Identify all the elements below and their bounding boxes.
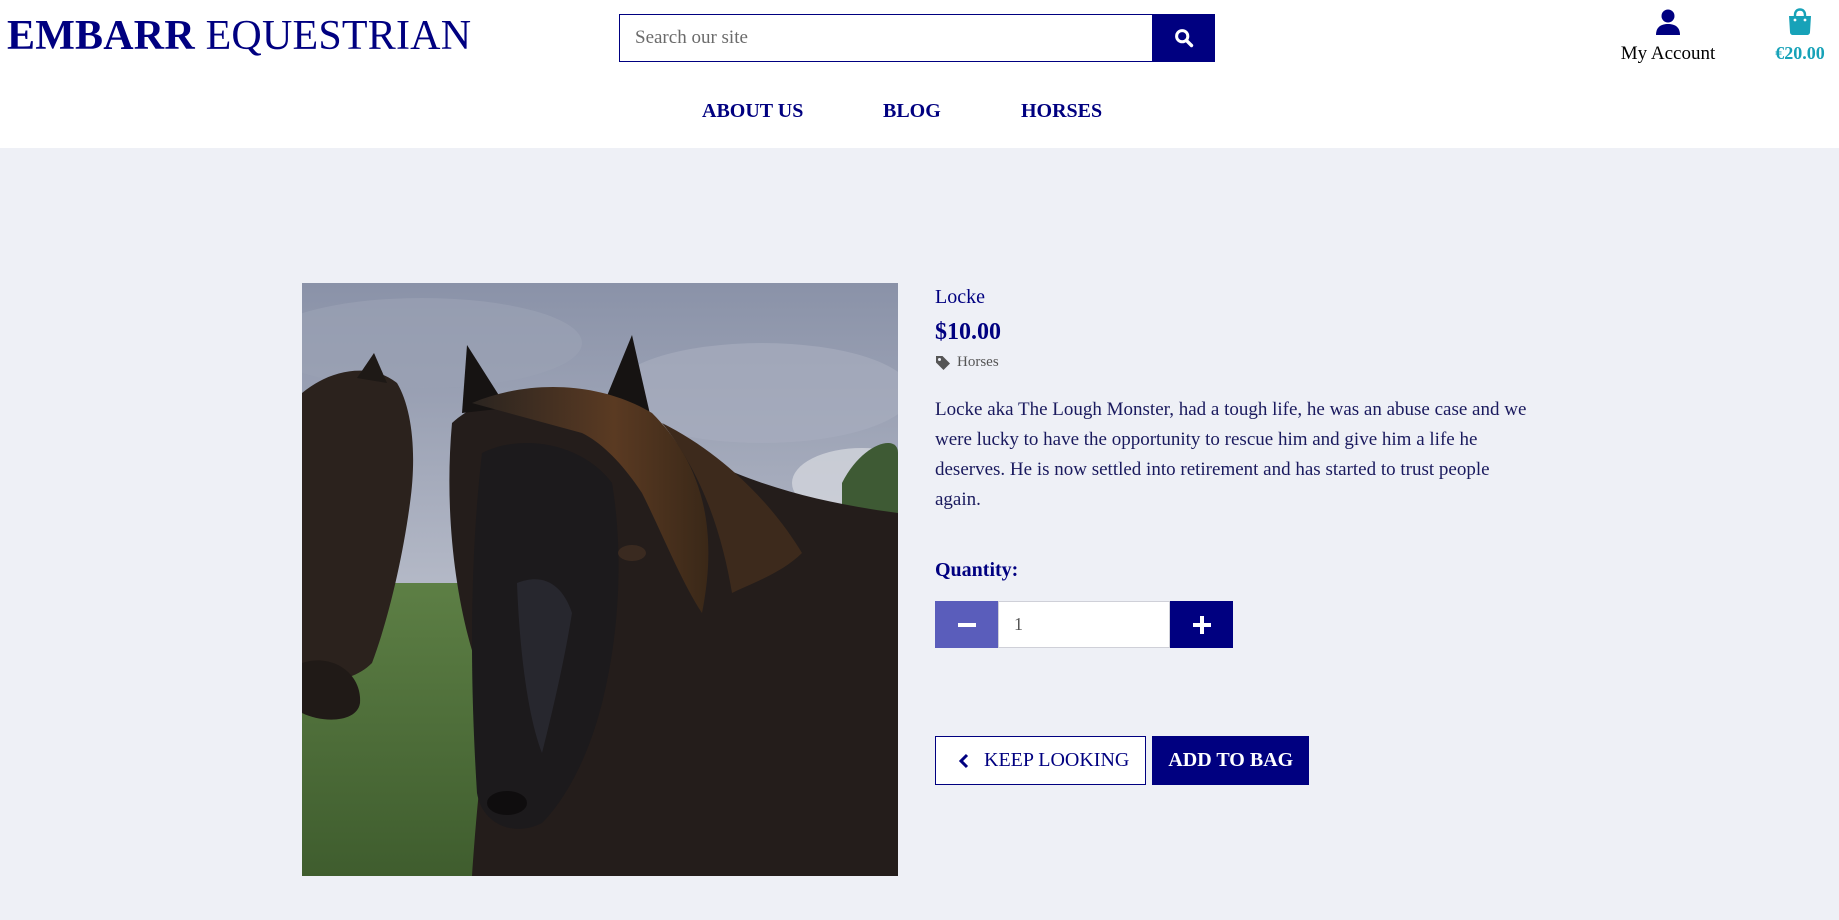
search-button[interactable] xyxy=(1153,14,1215,62)
chevron-left-icon xyxy=(958,753,969,768)
nav-item-horses[interactable]: HORSES xyxy=(1021,100,1102,123)
keep-looking-button[interactable]: KEEP LOOKING xyxy=(935,736,1147,785)
decrement-quantity-button[interactable] xyxy=(935,601,998,648)
search-input[interactable] xyxy=(619,14,1153,62)
quantity-label: Quantity: xyxy=(935,559,1019,581)
product-image xyxy=(302,283,898,876)
my-account-label: My Account xyxy=(1620,43,1716,64)
product-name: Locke xyxy=(935,286,985,308)
increment-quantity-button[interactable] xyxy=(1170,601,1233,648)
quantity-input[interactable] xyxy=(998,601,1170,648)
search-form xyxy=(619,14,1215,62)
site-header: EMBARR EQUESTRIAN My Account €20.00 ABOU… xyxy=(0,0,1839,148)
keep-looking-label: KEEP LOOKING xyxy=(984,749,1130,771)
product-description: Locke aka The Lough Monster, had a tough… xyxy=(935,399,1527,510)
add-to-bag-button[interactable]: ADD TO BAG xyxy=(1152,736,1310,785)
shopping-bag-icon xyxy=(1789,8,1811,35)
horse-photo xyxy=(302,283,898,876)
product-category-label: Horses xyxy=(957,354,999,370)
product-details: Locke $10.00 Horses Locke aka The Lough … xyxy=(935,286,1535,648)
my-account-link[interactable]: My Account xyxy=(1610,8,1726,65)
nav-item-about-us[interactable]: ABOUT US xyxy=(702,100,803,123)
tag-icon xyxy=(936,356,950,370)
plus-icon xyxy=(1192,615,1211,634)
nav-item-blog[interactable]: BLOG xyxy=(883,100,941,123)
product-actions: KEEP LOOKING ADD TO BAG xyxy=(935,736,1310,785)
product-price: $10.00 xyxy=(935,319,1001,345)
product-category[interactable]: Horses xyxy=(935,354,1535,371)
quantity-stepper xyxy=(935,601,1233,648)
search-icon xyxy=(1175,29,1194,48)
minus-icon xyxy=(957,622,976,627)
brand-logo[interactable]: EMBARR EQUESTRIAN xyxy=(7,12,471,60)
user-icon xyxy=(1656,9,1680,35)
brand-name-bold: EMBARR xyxy=(7,13,195,59)
shopping-bag-link[interactable]: €20.00 xyxy=(1766,8,1834,64)
brand-name-regular: EQUESTRIAN xyxy=(205,13,472,59)
bag-total: €20.00 xyxy=(1775,43,1825,63)
